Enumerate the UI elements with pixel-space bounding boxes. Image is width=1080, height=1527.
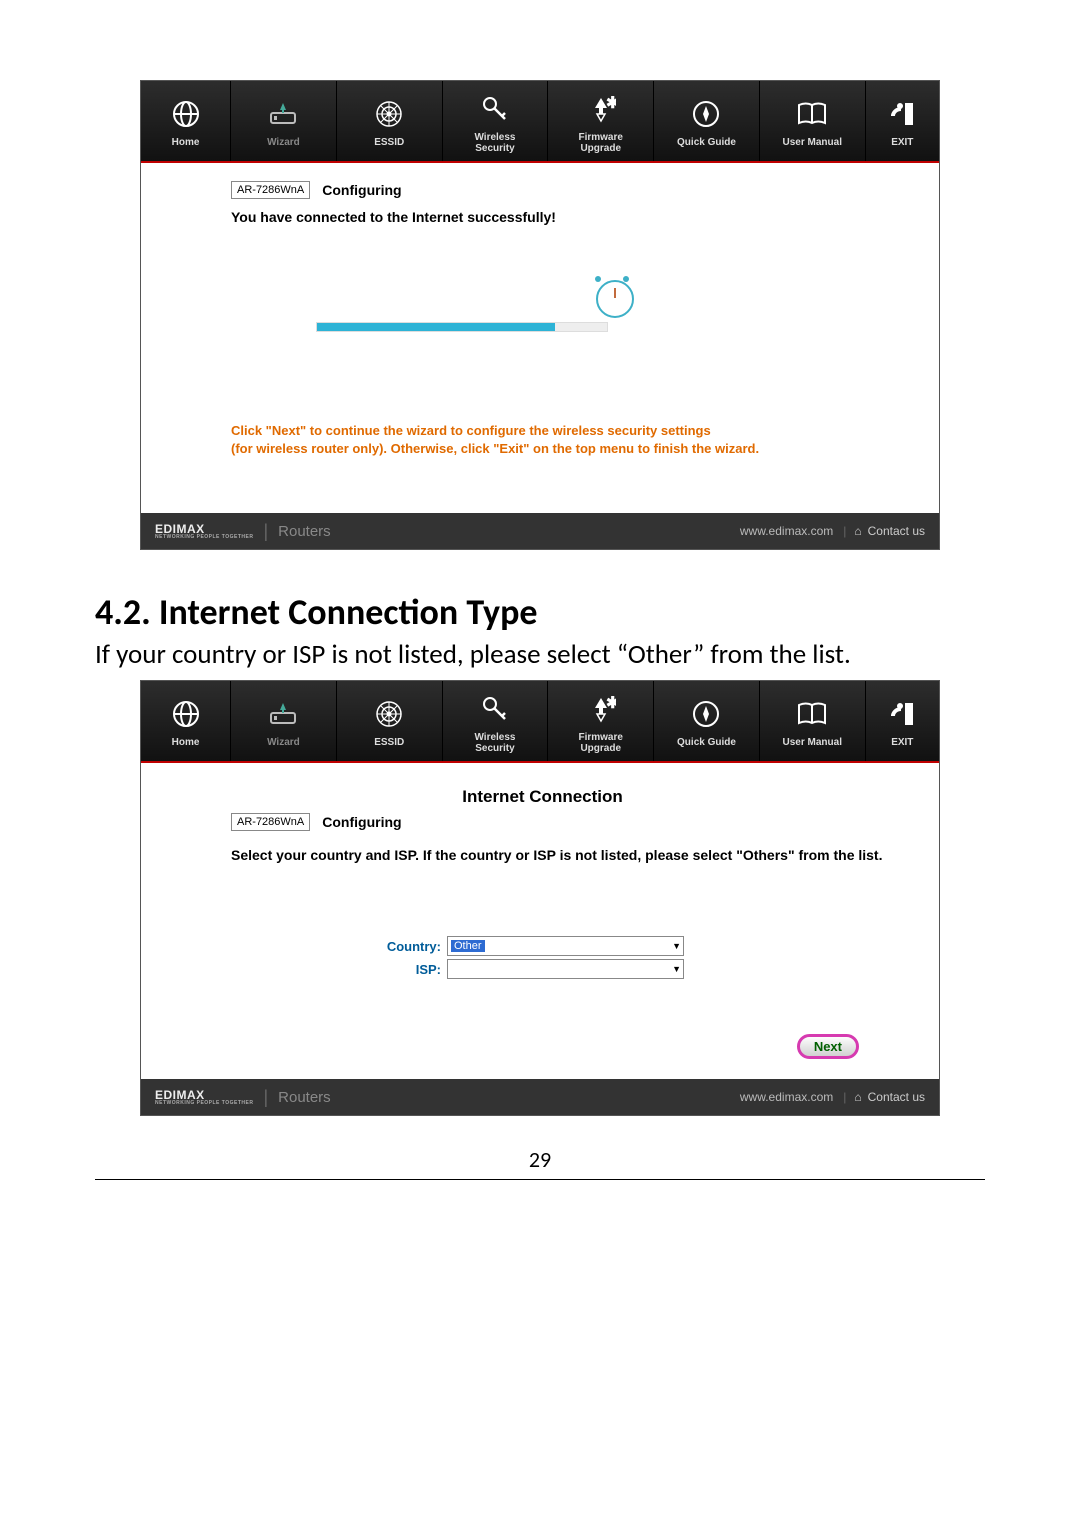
home-icon: ⌂	[854, 1090, 861, 1104]
progress-area	[316, 280, 914, 332]
country-select-value: Other	[451, 940, 485, 952]
footer-contact[interactable]: Contact us	[868, 524, 925, 538]
country-label: Country:	[361, 939, 441, 954]
nav-firmware-upgrade[interactable]: ✱ FirmwareUpgrade	[548, 681, 654, 761]
key-icon	[480, 689, 510, 729]
nav-wizard-label: Wizard	[267, 137, 300, 148]
nav-essid[interactable]: ESSID	[337, 681, 443, 761]
brand-logo: EDIMAXNETWORKING PEOPLE TOGETHER	[155, 1089, 253, 1106]
nav-home-label: Home	[172, 737, 200, 748]
section-body: If your country or ISP is not listed, pl…	[95, 638, 985, 672]
upgrade-icon: ✱	[586, 89, 616, 129]
page-number: 29	[95, 1146, 985, 1173]
page-rule	[95, 1179, 985, 1180]
next-hint: Click "Next" to continue the wizard to c…	[231, 422, 914, 458]
compass-icon	[691, 694, 721, 734]
exit-icon	[887, 694, 917, 734]
exit-icon	[887, 94, 917, 134]
nav-wizard[interactable]: Wizard	[231, 681, 337, 761]
nav-quick-label: Quick Guide	[677, 137, 736, 148]
nav-wizard[interactable]: Wizard	[231, 81, 337, 161]
footer-url[interactable]: www.edimax.com	[740, 524, 833, 538]
instruction-text: Select your country and ISP. If the coun…	[231, 845, 914, 866]
nav-exit[interactable]: EXIT	[866, 681, 939, 761]
top-nav: Home Wizard ESSID WirelessSecurity	[141, 81, 939, 163]
configuring-label: Configuring	[322, 814, 401, 830]
footer-routers: Routers	[278, 1089, 331, 1106]
success-message: You have connected to the Internet succe…	[231, 209, 914, 225]
book-icon	[796, 694, 828, 734]
nav-firmware-upgrade[interactable]: ✱ FirmwareUpgrade	[548, 81, 654, 161]
nav-essid-label: ESSID	[374, 137, 404, 148]
upgrade-icon: ✱	[586, 689, 616, 729]
web-icon	[374, 694, 404, 734]
web-icon	[374, 94, 404, 134]
country-select[interactable]: Other ▼	[447, 936, 684, 956]
nav-wireless-label: WirelessSecurity	[474, 732, 515, 754]
nav-user-manual[interactable]: User Manual	[760, 81, 866, 161]
chevron-down-icon: ▼	[672, 941, 681, 951]
nav-home[interactable]: Home	[141, 81, 231, 161]
panel-title: Internet Connection	[171, 787, 914, 807]
clock-icon	[316, 280, 914, 318]
footer-sep: |	[263, 521, 268, 542]
footer-routers: Routers	[278, 523, 331, 540]
nav-essid-label: ESSID	[374, 737, 404, 748]
nav-quick-guide[interactable]: Quick Guide	[654, 81, 760, 161]
screenshot-wizard-success: Home Wizard ESSID WirelessSecurity	[140, 80, 940, 550]
nav-essid[interactable]: ESSID	[337, 81, 443, 161]
nav-quick-guide[interactable]: Quick Guide	[654, 681, 760, 761]
footer: EDIMAXNETWORKING PEOPLE TOGETHER | Route…	[141, 513, 939, 549]
isp-label: ISP:	[361, 962, 441, 977]
section-heading: 4.2. Internet Connection Type	[95, 590, 985, 634]
book-icon	[796, 94, 828, 134]
svg-text:✱: ✱	[606, 95, 616, 112]
footer: EDIMAXNETWORKING PEOPLE TOGETHER | Route…	[141, 1079, 939, 1115]
nav-user-manual[interactable]: User Manual	[760, 681, 866, 761]
nav-wireless-security[interactable]: WirelessSecurity	[443, 681, 549, 761]
nav-wireless-label: WirelessSecurity	[474, 132, 515, 154]
nav-manual-label: User Manual	[783, 137, 842, 148]
nav-firmware-label: FirmwareUpgrade	[578, 132, 622, 154]
chevron-down-icon: ▼	[672, 964, 681, 974]
top-nav: Home Wizard ESSID WirelessSecurity	[141, 681, 939, 763]
configuring-label: Configuring	[322, 182, 401, 198]
home-icon: ⌂	[854, 524, 861, 538]
nav-exit[interactable]: EXIT	[866, 81, 939, 161]
progress-bar	[316, 322, 608, 332]
nav-home-label: Home	[172, 137, 200, 148]
nav-wireless-security[interactable]: WirelessSecurity	[443, 81, 549, 161]
screenshot-internet-connection: Home Wizard ESSID WirelessSecurity	[140, 680, 940, 1116]
nav-home[interactable]: Home	[141, 681, 231, 761]
isp-form: Country: Other ▼ ISP: ▼	[361, 936, 914, 979]
isp-select[interactable]: ▼	[447, 959, 684, 979]
brand-logo: EDIMAXNETWORKING PEOPLE TOGETHER	[155, 523, 253, 540]
nav-quick-label: Quick Guide	[677, 737, 736, 748]
wizard-icon	[266, 694, 300, 734]
next-button[interactable]: Next	[797, 1034, 859, 1059]
nav-exit-label: EXIT	[891, 737, 913, 748]
nav-wizard-label: Wizard	[267, 737, 300, 748]
globe-icon	[171, 94, 201, 134]
nav-firmware-label: FirmwareUpgrade	[578, 732, 622, 754]
model-field: AR-7286WnA	[231, 813, 310, 831]
compass-icon	[691, 94, 721, 134]
wizard-body: AR-7286WnA Configuring You have connecte…	[141, 163, 939, 513]
footer-url[interactable]: www.edimax.com	[740, 1090, 833, 1104]
footer-contact[interactable]: Contact us	[868, 1090, 925, 1104]
wizard-body: Internet Connection AR-7286WnA Configuri…	[141, 763, 939, 1079]
key-icon	[480, 89, 510, 129]
globe-icon	[171, 694, 201, 734]
wizard-icon	[266, 94, 300, 134]
nav-exit-label: EXIT	[891, 137, 913, 148]
svg-text:✱: ✱	[606, 695, 616, 712]
nav-manual-label: User Manual	[783, 737, 842, 748]
model-field: AR-7286WnA	[231, 181, 310, 199]
